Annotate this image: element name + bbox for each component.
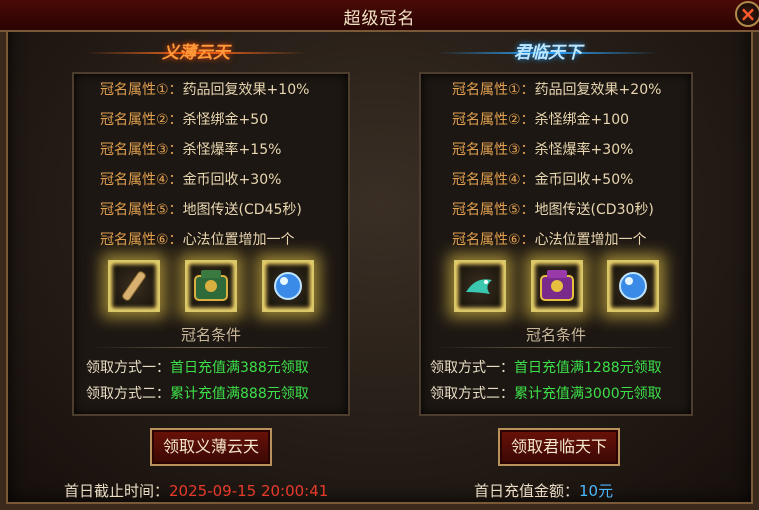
- right-panel-title: 君临天下: [514, 43, 582, 63]
- dialog-title: 超级冠名: [343, 9, 416, 29]
- right-attr-6: 冠名属性⑥：心法位置增加一个: [452, 232, 647, 248]
- title-bar: 超级冠名: [0, 0, 759, 32]
- left-attr-2: 冠名属性②：杀怪绑金+50: [100, 112, 269, 128]
- close-icon[interactable]: ×: [735, 1, 759, 27]
- scroll-item-icon[interactable]: [108, 260, 160, 312]
- left-attr-1: 冠名属性①：药品回复效果+10%: [100, 82, 310, 98]
- right-attr-5: 冠名属性⑤：地图传送(CD30秒): [452, 202, 654, 218]
- deadline-text: 首日截止时间：2025-09-15 20:00:41: [64, 482, 329, 500]
- left-condition-title: 冠名条件: [180, 326, 241, 344]
- right-attr-2: 冠名属性②：杀怪绑金+100: [452, 112, 630, 128]
- right-condition-title: 冠名条件: [525, 326, 586, 344]
- left-attr-6: 冠名属性⑥：心法位置增加一个: [100, 232, 295, 248]
- left-condition-divider: [90, 347, 332, 348]
- left-claim-2: 领取方式二：累计充值满888元领取: [86, 386, 309, 402]
- dragon-item-icon[interactable]: [454, 260, 506, 312]
- blue-orb-item-icon[interactable]: [262, 260, 314, 312]
- left-panel-title: 义薄云天: [162, 43, 230, 63]
- right-claim-2: 领取方式二：累计充值满3000元领取: [430, 386, 662, 402]
- right-claim-1: 领取方式一：首日充值满1288元领取: [430, 360, 662, 376]
- left-attr-5: 冠名属性⑤：地图传送(CD45秒): [100, 202, 302, 218]
- left-claim-1: 领取方式一：首日充值满388元领取: [86, 360, 309, 376]
- left-attr-3: 冠名属性③：杀怪爆率+15%: [100, 142, 282, 158]
- claim-junlintianxia-button[interactable]: 领取君临天下: [498, 428, 620, 466]
- right-attr-4: 冠名属性④：金币回收+50%: [452, 172, 634, 188]
- right-condition-divider: [436, 347, 676, 348]
- right-attr-1: 冠名属性①：药品回复效果+20%: [452, 82, 662, 98]
- blue-orb-item-icon[interactable]: [607, 260, 659, 312]
- purple-armor-item-icon[interactable]: [531, 260, 583, 312]
- claim-yibaoyuntian-button[interactable]: 领取义薄云天: [150, 428, 272, 466]
- armor-chest-item-icon[interactable]: [185, 260, 237, 312]
- right-attr-3: 冠名属性③：杀怪爆率+30%: [452, 142, 634, 158]
- left-attr-4: 冠名属性④：金币回收+30%: [100, 172, 282, 188]
- first-day-recharge-text: 首日充值金额：10元: [474, 482, 614, 500]
